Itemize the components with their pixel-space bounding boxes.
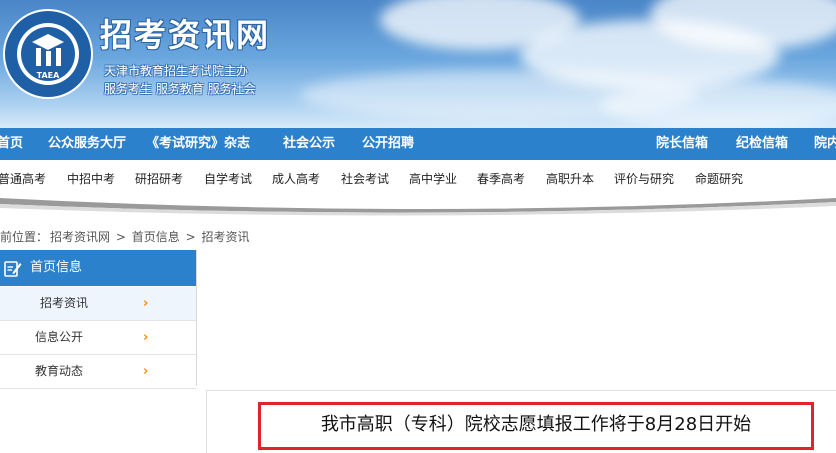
sidebar-item-education-news[interactable]: 教育动态 › (0, 355, 196, 389)
sidebar-title: 首页信息 (30, 260, 83, 275)
sidebar-item-info-disclosure[interactable]: 信息公开 › (0, 321, 196, 355)
breadcrumb-link-site[interactable]: 招考资讯网 (50, 230, 110, 244)
breadcrumb-current[interactable]: 招考资讯 (201, 230, 249, 244)
nav-spring-gaokao[interactable]: 春季高考 (477, 160, 525, 198)
nav-question-research[interactable]: 命题研究 (695, 160, 743, 198)
breadcrumb-separator: > (115, 230, 126, 244)
nav-social-exam[interactable]: 社会考试 (341, 160, 389, 198)
nav-self-study-exam[interactable]: 自学考试 (204, 160, 252, 198)
nav-public-notice[interactable]: 社会公示 (283, 128, 335, 160)
nav-open-recruitment[interactable]: 公开招聘 (362, 128, 414, 160)
chevron-right-icon: › (143, 364, 149, 379)
nav-home[interactable]: 首页 (0, 128, 23, 160)
nav-president-mailbox[interactable]: 院长信箱 (656, 128, 708, 160)
sidebar-header: 首页信息 (0, 250, 196, 286)
edit-note-icon (4, 261, 22, 277)
breadcrumb-prefix: 前位置： (0, 230, 49, 244)
sidebar: 首页信息 招考资讯 › 信息公开 › 教育动态 › (0, 250, 196, 389)
chevron-right-icon: › (143, 296, 149, 311)
sidebar-item-label: 招考资讯 (40, 296, 89, 310)
nav-internal[interactable]: 院内 (814, 128, 836, 160)
nav-exam-research-magazine[interactable]: 《考试研究》杂志 (146, 128, 250, 160)
nav-general-gaokao[interactable]: 普通高考 (0, 160, 46, 198)
nav-evaluation-research[interactable]: 评价与研究 (614, 160, 674, 198)
nav-high-school-academic[interactable]: 高中学业 (409, 160, 457, 198)
secondary-nav: 普通高考 中招中考 研招研考 自学考试 成人高考 社会考试 高中学业 春季高考 … (0, 160, 836, 198)
nav-adult-gaokao[interactable]: 成人高考 (272, 160, 320, 198)
primary-nav: 首页 公众服务大厅 《考试研究》杂志 社会公示 公开招聘 院长信箱 纪检信箱 院… (0, 128, 836, 160)
nav-zhongkao[interactable]: 中招中考 (67, 160, 115, 198)
header-banner: TAEA 招考资讯网 天津市教育招生考试院主办 服务考生 服务教育 服务社会 (0, 0, 836, 128)
nav-public-service-hall[interactable]: 公众服务大厅 (48, 128, 126, 160)
sidebar-item-exam-news[interactable]: 招考资讯 › (0, 287, 196, 321)
sidebar-border (196, 250, 197, 386)
cloud-decoration (600, 80, 836, 128)
nav-discipline-mailbox[interactable]: 纪检信箱 (736, 128, 788, 160)
breadcrumb-link-home-info[interactable]: 首页信息 (132, 230, 180, 244)
article-title-highlight: 我市高职（专科）院校志愿填报工作将于8月28日开始 (258, 402, 814, 450)
breadcrumb: 前位置： 招考资讯网 > 首页信息 > 招考资讯 (0, 228, 252, 245)
breadcrumb-separator: > (185, 230, 196, 244)
sidebar-item-label: 信息公开 (35, 330, 84, 344)
article-title[interactable]: 我市高职（专科）院校志愿填报工作将于8月28日开始 (261, 405, 811, 445)
logo-text: TAEA (37, 71, 60, 80)
nav-vocational-to-bachelor[interactable]: 高职升本 (546, 160, 594, 198)
chevron-right-icon: › (143, 330, 149, 345)
nav-divider-swoosh (0, 198, 836, 216)
nav-graduate-exam[interactable]: 研招研考 (135, 160, 183, 198)
site-subtitle-organizer: 天津市教育招生考试院主办 (104, 64, 249, 78)
site-logo[interactable]: TAEA (2, 8, 94, 100)
sidebar-item-label: 教育动态 (35, 364, 84, 378)
site-subtitle-slogan: 服务考生 服务教育 服务社会 (104, 82, 256, 96)
site-title[interactable]: 招考资讯网 (100, 10, 270, 56)
